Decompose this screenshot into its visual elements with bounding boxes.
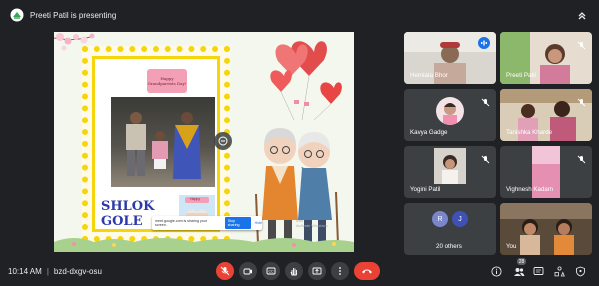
more-options-button[interactable] <box>331 262 349 280</box>
people-icon <box>514 267 525 276</box>
svg-text:CC: CC <box>268 270 274 274</box>
participant-count-badge: 28 <box>517 258 526 265</box>
mic-off-icon <box>481 151 490 164</box>
activities-icon <box>554 265 565 276</box>
participant-tile[interactable]: Tanishka Kharde <box>500 89 592 141</box>
heart-balloons <box>270 41 342 121</box>
mic-off-icon <box>577 94 586 107</box>
participant-name: Kavya Gadge <box>410 129 448 136</box>
camera-toggle-button[interactable] <box>239 262 257 280</box>
participant-tile[interactable]: Yogini Patil <box>404 146 496 198</box>
captions-button[interactable]: CC <box>262 262 280 280</box>
participant-name: Yogini Patil <box>410 186 441 193</box>
clock: 10:14 AM <box>8 266 42 276</box>
greeting-badge: Happy Grandparents Day! <box>147 69 187 93</box>
camera-icon <box>243 268 252 275</box>
separator: | <box>46 266 49 276</box>
presentation-stage: Happy Grandparents Day! SHLOK GOLE Happy… <box>6 32 396 252</box>
photo-frame: Happy Grandparents Day! SHLOK GOLE Happy <box>82 46 230 242</box>
participant-tile[interactable]: Hemlata Bhor <box>404 32 496 84</box>
end-call-button[interactable] <box>354 262 380 280</box>
mic-off-icon <box>577 37 586 50</box>
others-tile[interactable]: R J 20 others <box>404 203 496 255</box>
mini-card-text: Happy <box>190 197 201 201</box>
info-icon <box>490 265 502 277</box>
hide-button[interactable]: Hide <box>255 221 262 225</box>
participant-name: 20 others <box>436 243 462 250</box>
present-icon <box>312 267 322 275</box>
mic-off-icon <box>220 266 230 276</box>
meeting-info-button[interactable] <box>489 264 503 278</box>
participant-name: Tanishka Kharde <box>506 129 553 136</box>
grandmother-figure <box>173 112 201 179</box>
participant-name: Vighnesh Kadam <box>506 186 554 193</box>
stop-sharing-button[interactable]: Stop sharing <box>224 217 251 229</box>
participant-name: Hemlata Bhor <box>410 72 448 79</box>
grandfather-figure <box>126 112 146 176</box>
activities-button[interactable] <box>552 264 566 278</box>
present-button[interactable] <box>308 262 326 280</box>
participant-tile[interactable]: Vighnesh Kadam <box>500 146 592 198</box>
avatar <box>436 97 464 125</box>
mic-toggle-button[interactable] <box>216 262 234 280</box>
participant-tile[interactable]: Kavya Gadge <box>404 89 496 141</box>
collapse-icon[interactable] <box>573 6 591 24</box>
mic-off-icon <box>577 151 586 164</box>
chat-button[interactable] <box>531 264 545 278</box>
mic-off-icon <box>481 94 490 107</box>
share-notice-text: meet.google.com is sharing your screen. <box>155 219 207 227</box>
meeting-code: bzd-dxgv-osu <box>53 266 102 276</box>
grass-decoration <box>54 238 354 252</box>
raise-hand-icon <box>290 268 297 276</box>
participant-name: Preeti Patil <box>506 72 536 79</box>
host-controls-icon <box>575 266 585 276</box>
chat-icon <box>533 266 543 275</box>
participant-name: You <box>506 243 517 250</box>
speaking-indicator-icon <box>478 37 490 49</box>
top-bar: Preeti Patil is presenting <box>0 0 599 30</box>
participant-video <box>434 148 466 184</box>
people-button[interactable] <box>512 264 526 278</box>
activate-windows-watermark: ows Activate Windows <box>296 218 328 228</box>
meet-logo-icon <box>10 8 24 22</box>
self-tile[interactable]: You <box>500 203 592 255</box>
host-controls-button[interactable] <box>573 264 587 278</box>
more-options-icon <box>339 267 341 275</box>
end-call-icon <box>362 269 372 274</box>
unpin-button[interactable] <box>214 132 232 150</box>
presenting-status: Preeti Patil is presenting <box>30 10 117 20</box>
child-figure <box>152 131 168 169</box>
raise-hand-button[interactable] <box>285 262 303 280</box>
screen-share-notice: meet.google.com is sharing your screen. … <box>152 216 262 230</box>
avatar: J <box>452 211 468 227</box>
captions-icon: CC <box>266 267 276 275</box>
family-photo <box>111 97 215 187</box>
avatar: R <box>432 211 448 227</box>
participant-tile[interactable]: Preeti Patil <box>500 32 592 84</box>
